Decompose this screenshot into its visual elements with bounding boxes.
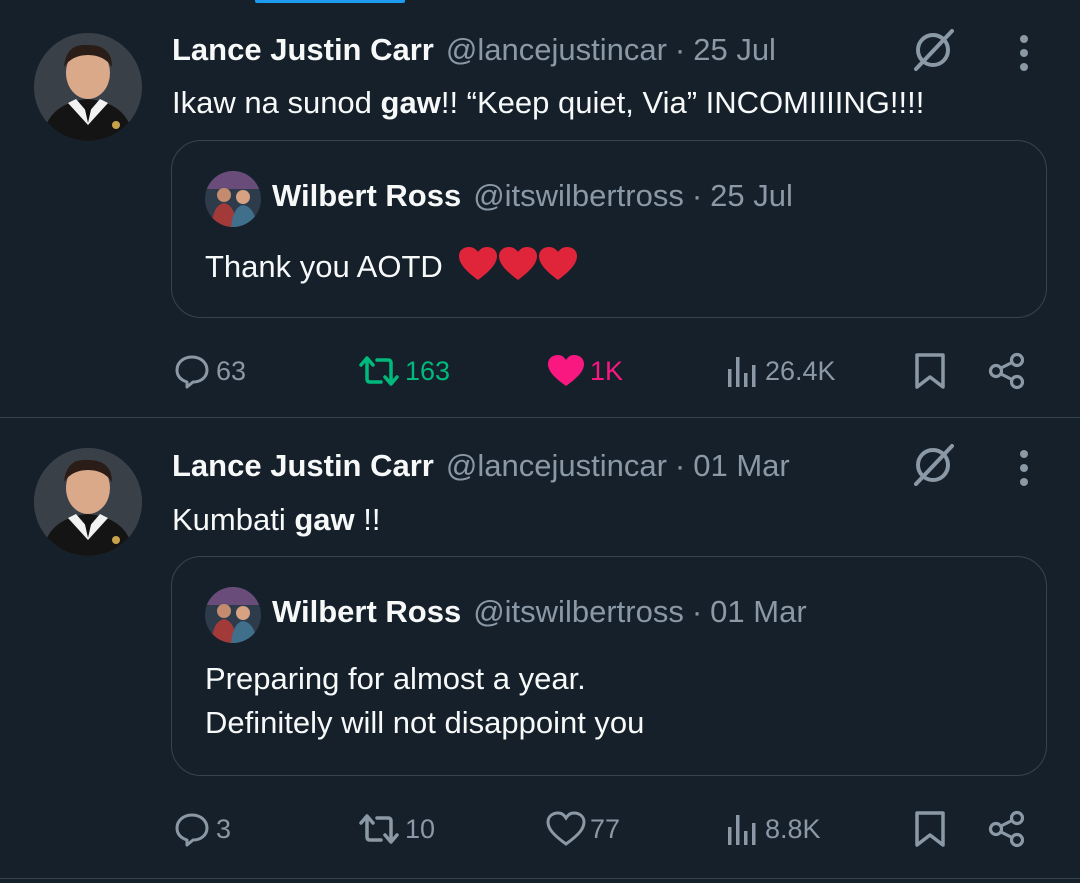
bookmark-button[interactable] [912, 349, 948, 393]
separator-dot: · [674, 448, 686, 483]
share-icon [988, 352, 1025, 390]
author-name[interactable]: Lance Justin Carr [172, 32, 434, 68]
quoted-tweet[interactable]: Wilbert Ross @itswilbertross · 25 Jul Th… [171, 140, 1047, 318]
retweet-count: 10 [405, 813, 436, 844]
quoted-tweet[interactable]: Wilbert Ross @itswilbertross · 01 Mar Pr… [171, 556, 1047, 776]
reply-button[interactable]: 63 [172, 349, 246, 393]
reply-icon [175, 355, 209, 389]
bookmark-icon [915, 353, 945, 389]
tweet-actions: 63 163 1K 26.4K [0, 349, 1080, 393]
tweet-text: Kumbati gaw !! [172, 500, 380, 540]
quoted-text: Preparing for almost a year. Definitely … [205, 657, 644, 745]
quoted-avatar[interactable] [205, 171, 261, 227]
like-count: 77 [590, 813, 621, 844]
like-button[interactable]: 77 [546, 807, 620, 851]
tweet-text-bold: gaw [380, 85, 441, 120]
tweet-text-part: !! [354, 502, 381, 537]
like-button[interactable]: 1K [546, 349, 623, 393]
retweet-icon [359, 356, 399, 386]
reply-count: 63 [216, 355, 247, 386]
like-count: 1K [590, 355, 624, 386]
heart-icon [548, 355, 584, 386]
grok-icon[interactable] [908, 440, 958, 490]
quoted-avatar[interactable] [205, 587, 261, 643]
quoted-timestamp[interactable]: 01 Mar [710, 594, 806, 630]
quoted-author-name[interactable]: Wilbert Ross [272, 178, 461, 214]
quoted-header: Wilbert Ross @itswilbertross · 25 Jul [272, 178, 793, 214]
author-handle[interactable]: @lancejustincar [446, 448, 667, 484]
views-icon [728, 357, 756, 387]
reply-icon [175, 813, 209, 847]
grok-icon[interactable] [908, 25, 958, 75]
quoted-text-line: Definitely will not disappoint you [205, 705, 645, 740]
quoted-header: Wilbert Ross @itswilbertross · 01 Mar [272, 594, 807, 630]
share-button[interactable] [987, 807, 1027, 851]
separator-dot: · [691, 178, 703, 213]
views-count: 26.4K [765, 355, 836, 386]
red-heart-icon [499, 247, 538, 280]
quoted-author-name[interactable]: Wilbert Ross [272, 594, 461, 630]
separator-dot: · [674, 32, 686, 67]
more-options-icon[interactable] [1012, 448, 1036, 488]
heart-icon [546, 811, 586, 846]
tweet[interactable]: Lance Justin Carr @lancejustincar · 25 J… [0, 0, 1080, 418]
bookmark-icon [915, 811, 945, 847]
share-icon [988, 810, 1025, 848]
tweet-timestamp[interactable]: 01 Mar [693, 448, 789, 484]
tweet-header: Lance Justin Carr @lancejustincar · 01 M… [172, 446, 790, 486]
author-name[interactable]: Lance Justin Carr [172, 448, 434, 484]
tweet-text-bold: gaw [294, 502, 355, 537]
avatar[interactable] [34, 33, 142, 141]
timeline: Lance Justin Carr @lancejustincar · 25 J… [0, 0, 1080, 883]
quoted-author-handle[interactable]: @itswilbertross [473, 594, 684, 630]
red-heart-icon [459, 247, 498, 280]
quoted-text-line: Thank you AOTD [205, 249, 443, 284]
views-button[interactable]: 8.8K [725, 807, 821, 851]
author-handle[interactable]: @lancejustincar [446, 32, 667, 68]
views-button[interactable]: 26.4K [725, 349, 836, 393]
quoted-text: Thank you AOTD [205, 245, 578, 289]
share-button[interactable] [987, 349, 1027, 393]
heart-emojis [459, 247, 578, 281]
tweet-text: Ikaw na sunod gaw!! “Keep quiet, Via” IN… [172, 83, 924, 123]
retweet-count: 163 [405, 355, 451, 386]
quoted-author-handle[interactable]: @itswilbertross [473, 178, 684, 214]
tweet-text-part: !! “Keep quiet, Via” INCOMIIIING!!!! [440, 85, 925, 120]
tweet-header: Lance Justin Carr @lancejustincar · 25 J… [172, 30, 776, 70]
tweet[interactable]: Lance Justin Carr @lancejustincar · 01 M… [0, 419, 1080, 879]
tweet-text-part: Ikaw na sunod [172, 85, 381, 120]
retweet-button[interactable]: 163 [357, 349, 450, 393]
avatar[interactable] [34, 448, 142, 556]
quoted-timestamp[interactable]: 25 Jul [710, 178, 793, 214]
more-options-icon[interactable] [1012, 33, 1036, 73]
retweet-button[interactable]: 10 [357, 807, 435, 851]
separator-dot: · [691, 594, 703, 629]
quoted-text-line: Preparing for almost a year. [205, 661, 586, 696]
views-count: 8.8K [765, 813, 821, 844]
red-heart-icon [539, 247, 578, 280]
bookmark-button[interactable] [912, 807, 948, 851]
views-icon [728, 815, 756, 845]
tweet-actions: 3 10 77 8.8K [0, 807, 1080, 851]
reply-button[interactable]: 3 [172, 807, 231, 851]
tweet-timestamp[interactable]: 25 Jul [693, 32, 776, 68]
tweet-text-part: Kumbati [172, 502, 295, 537]
retweet-icon [359, 814, 399, 844]
reply-count: 3 [216, 813, 232, 844]
